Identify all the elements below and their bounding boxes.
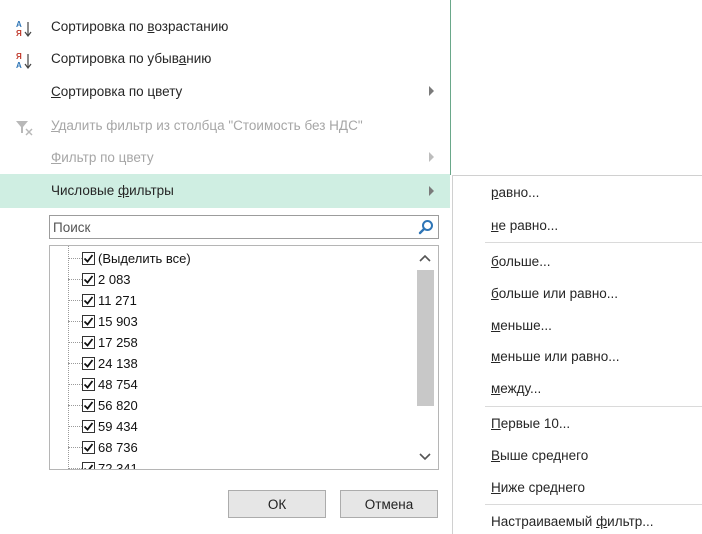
menu-item-label: Удалить фильтр из столбца "Стоимость без… xyxy=(51,118,363,133)
list-item[interactable]: 24 138 xyxy=(50,354,420,375)
list-item[interactable]: 56 820 xyxy=(50,396,420,417)
value-list: (Выделить все) 2 083 11 271 15 903 17 25… xyxy=(49,245,439,470)
list-item[interactable]: 48 754 xyxy=(50,375,420,396)
submenu-arrow-icon xyxy=(429,152,434,162)
menu-item-label: Фильтр по цвету xyxy=(51,150,154,165)
menu-item-sort-descending[interactable]: Я А Сортировка по убыванию xyxy=(0,43,450,75)
list-item-label: 11 271 xyxy=(98,293,137,308)
list-item-label: 56 820 xyxy=(98,398,138,413)
submenu-item-greater-or-equal[interactable]: больше или равно... xyxy=(491,286,618,301)
submenu-item-not-equals[interactable]: не равно... xyxy=(491,218,558,233)
cancel-button[interactable]: Отмена xyxy=(340,490,438,518)
submenu-item-custom-filter[interactable]: Настраиваемый фильтр... xyxy=(491,514,654,529)
checkbox[interactable] xyxy=(82,357,95,370)
svg-text:Я: Я xyxy=(16,29,22,38)
sort-ascending-icon: А Я xyxy=(14,19,36,38)
list-item[interactable]: 11 271 xyxy=(50,291,420,312)
checkbox[interactable] xyxy=(82,315,95,328)
list-item-label: 17 258 xyxy=(98,335,138,350)
ok-button[interactable]: ОК xyxy=(228,490,326,518)
list-item[interactable]: (Выделить все) xyxy=(50,249,420,270)
checkbox[interactable] xyxy=(82,378,95,391)
menu-item-label: Сортировка по цвету xyxy=(51,84,183,99)
menu-item-label: Числовые фильтры xyxy=(51,183,174,198)
number-filters-submenu: равно... не равно... больше... больше ил… xyxy=(452,175,702,534)
scrollbar-thumb[interactable] xyxy=(417,270,434,406)
list-item[interactable]: 15 903 xyxy=(50,312,420,333)
list-item-label: 15 903 xyxy=(98,314,138,329)
checkbox[interactable] xyxy=(82,441,95,454)
list-item-label: 24 138 xyxy=(98,356,138,371)
submenu-item-below-average[interactable]: Ниже среднего xyxy=(491,480,585,495)
submenu-arrow-icon xyxy=(429,186,434,196)
svg-text:Я: Я xyxy=(16,52,22,61)
vertical-scrollbar[interactable] xyxy=(412,246,438,469)
separator xyxy=(485,242,702,243)
checkbox[interactable] xyxy=(82,336,95,349)
search-icon[interactable] xyxy=(418,219,434,235)
scroll-down-icon[interactable] xyxy=(418,451,432,463)
checkbox[interactable] xyxy=(82,273,95,286)
list-item-label: (Выделить все) xyxy=(98,251,191,266)
list-item-label: 72 341 xyxy=(98,461,138,470)
checkbox[interactable] xyxy=(82,462,95,469)
submenu-item-top-10[interactable]: Первые 10... xyxy=(491,416,570,431)
checkbox[interactable] xyxy=(82,252,95,265)
list-item[interactable]: 72 341 xyxy=(50,459,420,470)
submenu-item-above-average[interactable]: Выше среднего xyxy=(491,448,588,463)
separator xyxy=(485,504,702,505)
submenu-item-greater-than[interactable]: больше... xyxy=(491,254,550,269)
menu-item-clear-filter: Удалить фильтр из столбца "Стоимость без… xyxy=(0,110,450,142)
search-input[interactable] xyxy=(53,218,403,236)
menu-item-filter-by-color: Фильтр по цвету xyxy=(0,142,450,174)
list-item[interactable]: 17 258 xyxy=(50,333,420,354)
menu-item-label: Сортировка по возрастанию xyxy=(51,19,229,34)
menu-item-label: Сортировка по убыванию xyxy=(51,51,212,66)
checkbox[interactable] xyxy=(82,294,95,307)
submenu-arrow-icon xyxy=(429,86,434,96)
svg-text:А: А xyxy=(16,20,22,29)
list-item[interactable]: 2 083 xyxy=(50,270,420,291)
clear-filter-icon xyxy=(14,118,36,136)
list-item-label: 68 736 xyxy=(98,440,138,455)
list-item-label: 59 434 xyxy=(98,419,138,434)
submenu-item-between[interactable]: между... xyxy=(491,381,541,396)
list-item-label: 48 754 xyxy=(98,377,138,392)
checkbox[interactable] xyxy=(82,420,95,433)
submenu-item-less-than[interactable]: меньше... xyxy=(491,318,552,333)
checkbox[interactable] xyxy=(82,399,95,412)
search-box xyxy=(49,215,439,239)
list-item-label: 2 083 xyxy=(98,272,131,287)
list-item[interactable]: 59 434 xyxy=(50,417,420,438)
submenu-item-equals[interactable]: равно... xyxy=(491,185,539,200)
svg-text:А: А xyxy=(16,61,22,70)
submenu-item-less-or-equal[interactable]: меньше или равно... xyxy=(491,349,619,364)
menu-item-sort-by-color[interactable]: Сортировка по цвету xyxy=(0,76,450,108)
filter-menu: А Я Сортировка по возрастанию Я А Сортир… xyxy=(0,0,451,533)
scroll-up-icon[interactable] xyxy=(418,252,432,264)
sort-descending-icon: Я А xyxy=(14,51,36,70)
separator xyxy=(485,406,702,407)
list-item[interactable]: 68 736 xyxy=(50,438,420,459)
menu-item-number-filters[interactable]: Числовые фильтры xyxy=(0,174,450,208)
menu-item-sort-ascending[interactable]: А Я Сортировка по возрастанию xyxy=(0,11,450,43)
